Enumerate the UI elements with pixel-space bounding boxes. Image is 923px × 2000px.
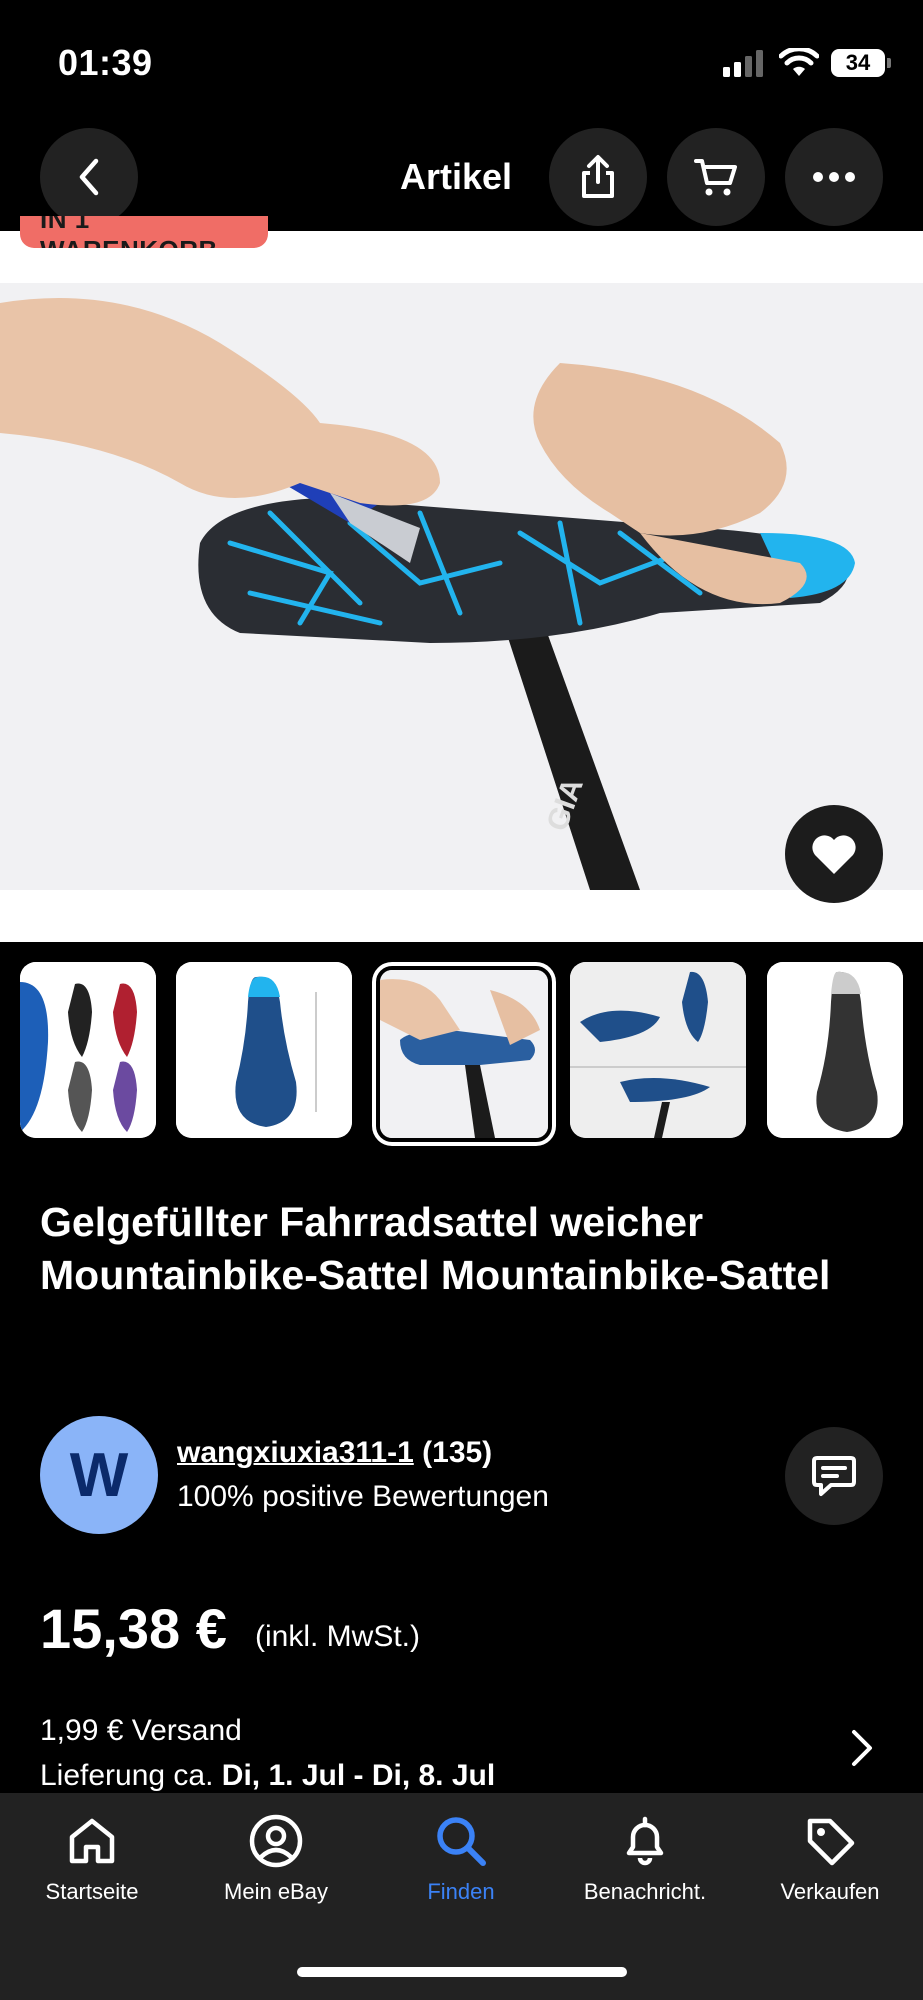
- signal-icon: [723, 50, 763, 77]
- more-options-button[interactable]: [785, 128, 883, 226]
- media-bottom-strip: [0, 890, 923, 942]
- thumbnail-hand-image: [380, 970, 548, 1138]
- chevron-left-icon: [79, 158, 99, 196]
- bell-icon: [626, 1816, 664, 1866]
- seller-rating-count: (135): [422, 1436, 493, 1469]
- seller-info[interactable]: wangxiuxia311-1 (135): [177, 1436, 492, 1470]
- status-time: 01:39: [58, 42, 153, 83]
- thumbnail-2[interactable]: [176, 962, 352, 1138]
- battery-tip: [887, 58, 891, 68]
- nav-notifications[interactable]: Benachricht.: [560, 1813, 730, 1905]
- product-title: Gelgefüllter Fahrradsattel weicher Mount…: [40, 1199, 831, 1298]
- product-price: 15,38 €: [40, 1597, 227, 1660]
- thumbnail-3-selected[interactable]: [376, 966, 552, 1142]
- nav-notifications-label: Benachricht.: [583, 1879, 707, 1904]
- shipping-cost: 1,99 € Versand: [40, 1714, 242, 1747]
- thumbnail-4[interactable]: [570, 962, 746, 1138]
- status-icons: 34: [723, 48, 891, 78]
- tag-icon: [807, 1818, 855, 1866]
- home-indicator[interactable]: [297, 1967, 627, 1977]
- watchlist-button[interactable]: [785, 805, 883, 903]
- nav-sell-label: Verkaufen: [780, 1879, 880, 1904]
- home-icon: [69, 1818, 115, 1864]
- back-button[interactable]: [40, 128, 138, 226]
- in-cart-badge: IN 1 WARENKORB: [20, 216, 268, 248]
- thumbnail-white-image: [767, 962, 903, 1138]
- nav-home[interactable]: Startseite: [7, 1813, 177, 1905]
- thumbnail-5[interactable]: [767, 962, 903, 1138]
- thumbnail-1[interactable]: [20, 962, 156, 1138]
- cart-button[interactable]: [667, 128, 765, 226]
- shipping-details-button[interactable]: [850, 1728, 874, 1773]
- message-icon: [812, 1456, 856, 1496]
- contact-seller-button[interactable]: [785, 1427, 883, 1525]
- nav-my-ebay[interactable]: Mein eBay: [191, 1813, 361, 1905]
- seller-name-link[interactable]: wangxiuxia311-1: [177, 1436, 414, 1469]
- thumbnail-colors-image: [20, 962, 156, 1138]
- price-tax-note: (inkl. MwSt.): [255, 1620, 420, 1653]
- nav-search-label: Finden: [427, 1879, 495, 1904]
- product-image[interactable]: GIA: [0, 283, 923, 890]
- search-icon: [437, 1817, 486, 1866]
- nav-my-ebay-label: Mein eBay: [224, 1879, 328, 1904]
- in-cart-badge-label: IN 1 WARENKORB: [40, 216, 217, 248]
- more-dots-icon: [813, 172, 855, 182]
- nav-search[interactable]: Finden: [376, 1813, 546, 1905]
- delivery-estimate: Lieferung ca. Di, 1. Jul - Di, 8. Jul: [40, 1759, 495, 1793]
- delivery-prefix: Lieferung ca.: [40, 1759, 214, 1792]
- delivery-range: Di, 1. Jul - Di, 8. Jul: [221, 1759, 496, 1792]
- battery-indicator: 34: [831, 49, 885, 77]
- user-icon: [249, 1814, 303, 1868]
- share-button[interactable]: [549, 128, 647, 226]
- saddle-photo-illustration: GIA: [0, 283, 923, 890]
- seller-avatar[interactable]: W: [40, 1416, 158, 1534]
- nav-home-label: Startseite: [45, 1879, 139, 1904]
- wifi-icon: [779, 48, 819, 76]
- share-icon: [582, 155, 614, 198]
- thumbnail-top-view-image: [176, 962, 352, 1138]
- cart-icon: [694, 159, 737, 196]
- nav-sell[interactable]: Verkaufen: [745, 1813, 915, 1905]
- heart-icon: [812, 835, 856, 874]
- chevron-right-icon: [852, 1730, 872, 1766]
- thumbnail-angles-image: [570, 962, 746, 1138]
- page-title: Artikel: [400, 156, 513, 197]
- seller-feedback: 100% positive Bewertungen: [177, 1480, 549, 1513]
